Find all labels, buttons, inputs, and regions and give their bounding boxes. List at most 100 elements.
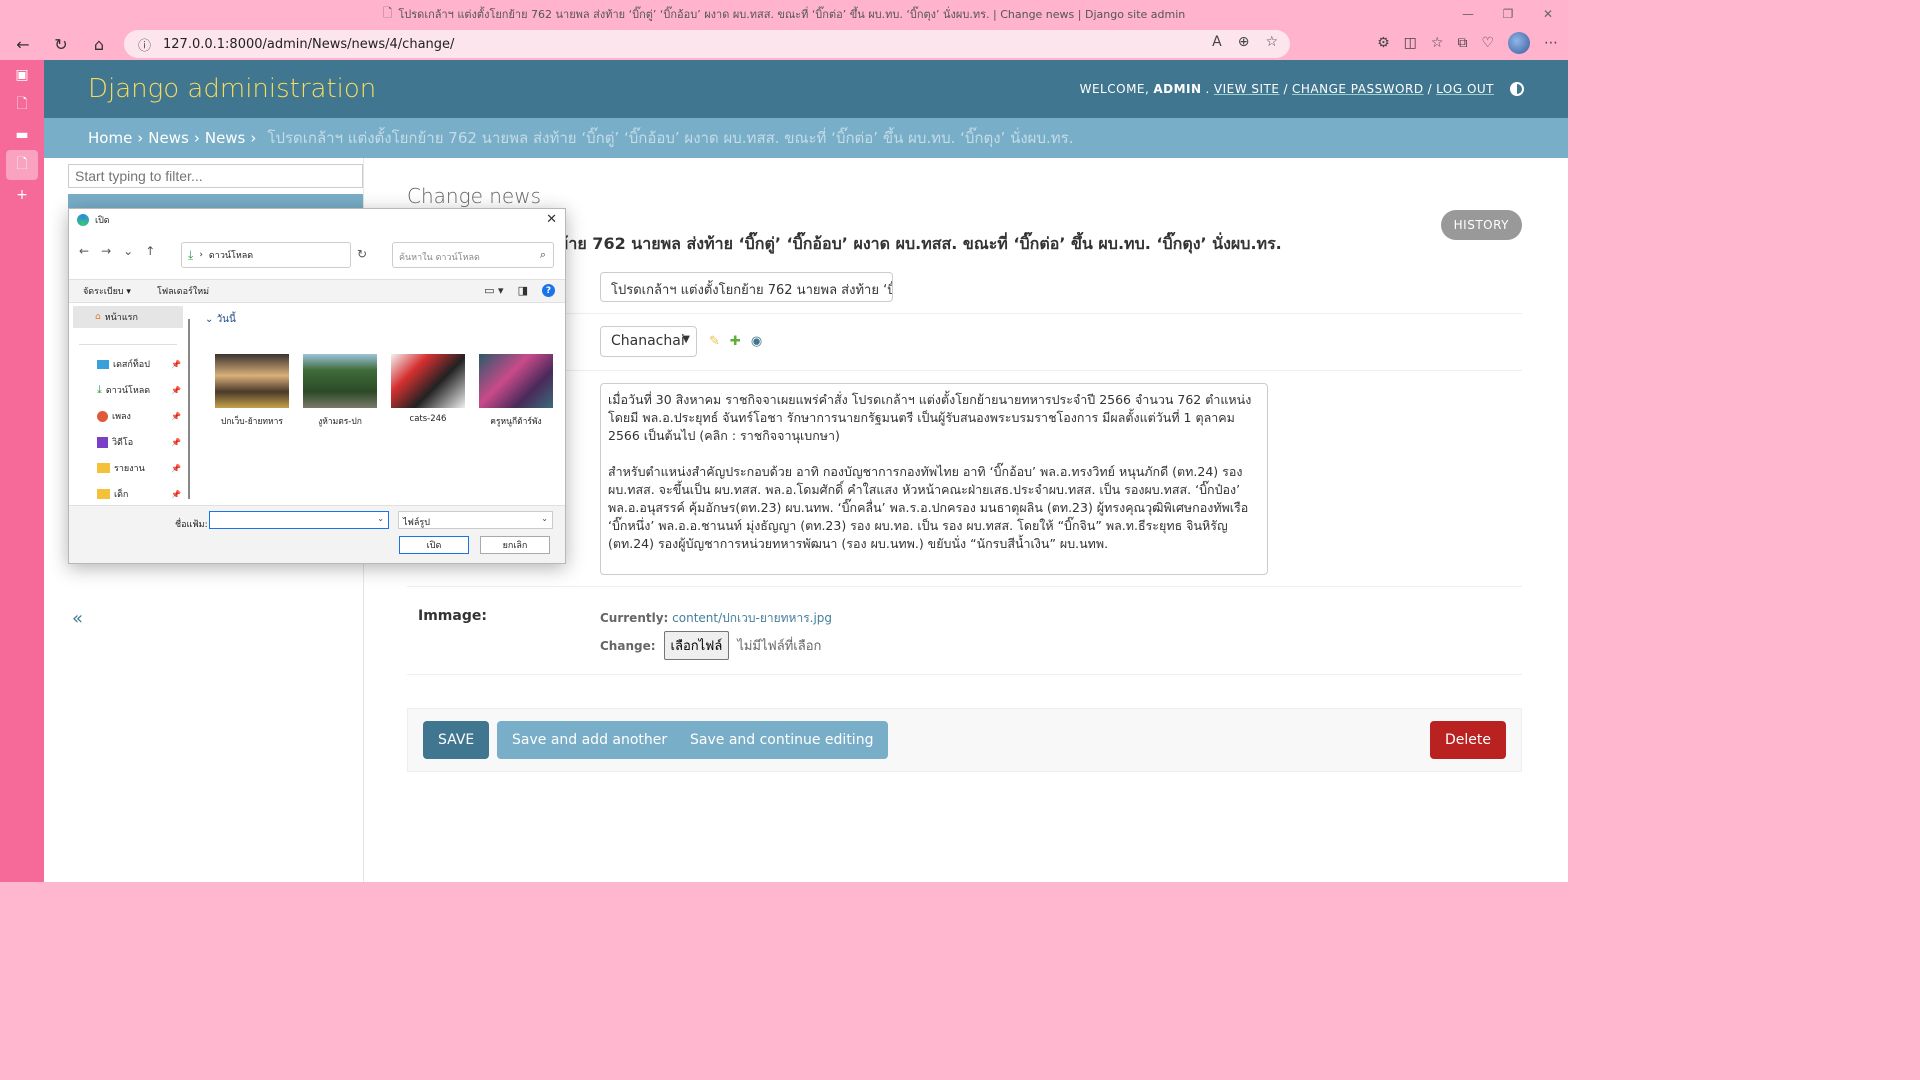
nav-item-kids[interactable]: เด็ก 📌: [69, 481, 187, 507]
read-aloud-icon[interactable]: A: [1212, 34, 1222, 50]
close-icon[interactable]: ✕: [546, 212, 557, 227]
dialog-title-bar: เปิด ✕: [69, 209, 565, 231]
favorite-star-icon[interactable]: ☆: [1265, 34, 1278, 50]
back-icon[interactable]: ←: [79, 244, 89, 258]
cancel-button[interactable]: ยกเลิก: [480, 536, 550, 554]
pin-icon: 📌: [171, 489, 181, 499]
new-tab-icon[interactable]: +: [0, 180, 44, 210]
file-item[interactable]: งูห้ามตร-ปก: [303, 354, 377, 428]
divider: [407, 674, 1522, 675]
choose-file-button[interactable]: เลือกไฟล์: [663, 631, 730, 660]
browser-essentials-icon[interactable]: ♡: [1481, 35, 1494, 51]
site-branding[interactable]: Django administration: [88, 74, 376, 104]
view-related-icon[interactable]: ◉: [751, 334, 762, 349]
sidebar-collapse-button[interactable]: «: [72, 608, 83, 629]
view-site-link[interactable]: VIEW SITE: [1214, 82, 1280, 96]
group-header-today[interactable]: ⌄ วันนี้: [205, 312, 565, 327]
breadcrumb-app[interactable]: News: [148, 129, 189, 147]
filename-input[interactable]: ⌄: [209, 511, 389, 529]
sidebar-filter-input[interactable]: [68, 164, 363, 188]
image-thumbnail: [479, 354, 553, 408]
chevron-down-icon[interactable]: ⌄: [377, 514, 384, 523]
save-button[interactable]: SAVE: [423, 721, 490, 759]
extensions-icon[interactable]: ⚙: [1377, 35, 1390, 51]
nav-pane-scrollbar[interactable]: [188, 319, 190, 499]
content-textarea[interactable]: เมื่อวันที่ 30 สิงหาคม ราชกิจจาเผยแพร่คำ…: [600, 383, 1268, 575]
save-and-add-button[interactable]: Save and add another: [497, 721, 683, 759]
current-file-link[interactable]: content/ปกเวบ-ยายทหาร.jpg: [672, 611, 832, 625]
video-icon: [97, 436, 108, 448]
open-button[interactable]: เปิด: [399, 536, 469, 554]
home-icon[interactable]: ⌂: [84, 30, 114, 58]
tab-actions-icon[interactable]: ▣: [0, 60, 44, 90]
save-and-continue-button[interactable]: Save and continue editing: [675, 721, 889, 759]
nav-item-music[interactable]: เพลง 📌: [69, 403, 187, 429]
favorites-icon[interactable]: ☆: [1431, 35, 1444, 51]
nav-item-desktop[interactable]: เดสก์ท็อป 📌: [69, 351, 187, 377]
chevron-down-icon: ⌄: [541, 514, 548, 523]
file-item[interactable]: ครูหนูกีต้าร์พัง: [479, 354, 553, 428]
back-icon[interactable]: ←: [8, 30, 38, 58]
change-password-link[interactable]: CHANGE PASSWORD: [1292, 82, 1424, 96]
filename-label: ชื่อแฟ้ม:: [175, 520, 208, 530]
restore-icon[interactable]: ❐: [1488, 0, 1528, 28]
author-select[interactable]: Chanachai ▼: [600, 326, 697, 357]
dialog-toolbar: จัดระเบียบ ▾ โฟลเดอร์ใหม่ ▭ ▾ ◨ ?: [69, 279, 565, 303]
up-icon[interactable]: ↑: [145, 244, 155, 258]
nav-item-reports[interactable]: รายงาน 📌: [69, 455, 187, 481]
folder-icon: [97, 463, 110, 473]
path-segment[interactable]: ดาวน์โหลด: [209, 248, 253, 262]
nav-item-downloads[interactable]: ⤓ ดาวน์โหลด 📌: [69, 377, 187, 403]
folder-icon: [97, 489, 110, 499]
filetype-select[interactable]: ไฟล์รูป ⌄: [398, 511, 553, 529]
image-thumbnail: [303, 354, 377, 408]
theme-toggle-icon[interactable]: [1510, 82, 1524, 96]
profile-avatar[interactable]: [1508, 32, 1530, 54]
history-button[interactable]: HISTORY: [1440, 210, 1522, 240]
pin-icon: 📌: [171, 385, 181, 395]
help-icon[interactable]: ?: [542, 284, 555, 297]
vertical-tabs-bar: ▣ 🗋 ▬ 🗋 +: [0, 60, 44, 882]
zoom-icon[interactable]: ⊕: [1238, 34, 1250, 50]
tab-active-page-icon[interactable]: 🗋: [6, 150, 38, 180]
view-options-icon[interactable]: ▭ ▾: [484, 284, 503, 297]
file-open-dialog: เปิด ✕ ← → ⌄ ↑ ⤓ › ดาวน์โหลด ↻ ค้นหาใน ด…: [68, 208, 566, 564]
organize-button[interactable]: จัดระเบียบ ▾: [83, 284, 131, 298]
breadcrumb-model[interactable]: News: [205, 129, 246, 147]
dialog-title: เปิด: [95, 216, 110, 226]
more-menu-icon[interactable]: ⋯: [1544, 35, 1558, 51]
breadcrumb: Home › News › News › โปรดเกล้าฯ แต่งตั้ง…: [44, 118, 1568, 158]
refresh-icon[interactable]: ↻: [357, 247, 367, 261]
reload-icon[interactable]: ↻: [46, 30, 76, 58]
desktop-icon: [97, 359, 109, 369]
nav-item-videos[interactable]: วิดีโอ 📌: [69, 429, 187, 455]
address-bar[interactable]: ⓘ 127.0.0.1:8000/admin/News/news/4/chang…: [124, 30, 1290, 58]
forward-icon[interactable]: →: [101, 244, 111, 258]
new-folder-button[interactable]: โฟลเดอร์ใหม่: [157, 284, 209, 298]
divider: [407, 586, 1522, 587]
nav-home[interactable]: ⌂ หน้าแรก: [73, 306, 183, 328]
chevron-down-icon[interactable]: ⌄: [123, 244, 133, 258]
split-screen-icon[interactable]: ◫: [1404, 35, 1417, 51]
log-out-link[interactable]: LOG OUT: [1436, 82, 1494, 96]
site-info-icon[interactable]: ⓘ: [138, 35, 151, 54]
title-field[interactable]: โปรดเกล้าฯ แต่งตั้งโยกย้าย 762 นายพล ส่ง…: [600, 272, 893, 302]
tab-page-icon[interactable]: 🗋: [0, 90, 44, 120]
pin-icon: 📌: [171, 437, 181, 447]
tab-site-icon[interactable]: ▬: [0, 120, 44, 150]
welcome-text: WELCOME,: [1079, 82, 1150, 96]
breadcrumb-home[interactable]: Home: [88, 129, 132, 147]
close-window-icon[interactable]: ✕: [1528, 0, 1568, 28]
edit-related-icon[interactable]: ✎: [709, 334, 720, 349]
minimize-icon[interactable]: —: [1448, 0, 1488, 28]
search-icon: ⌕: [539, 248, 546, 261]
collections-icon[interactable]: ⧉: [1457, 35, 1467, 51]
dialog-search-input[interactable]: ค้นหาใน ดาวน์โหลด ⌕: [392, 242, 554, 268]
divider: [407, 313, 1522, 314]
delete-button[interactable]: Delete: [1430, 721, 1506, 759]
add-related-icon[interactable]: ✚: [730, 334, 741, 349]
dialog-path-bar[interactable]: ⤓ › ดาวน์โหลด: [181, 242, 351, 268]
file-item[interactable]: cats-246: [391, 354, 465, 428]
file-item[interactable]: ปกเว็บ-ย้ายทหาร: [215, 354, 289, 428]
preview-pane-icon[interactable]: ◨: [518, 284, 528, 297]
